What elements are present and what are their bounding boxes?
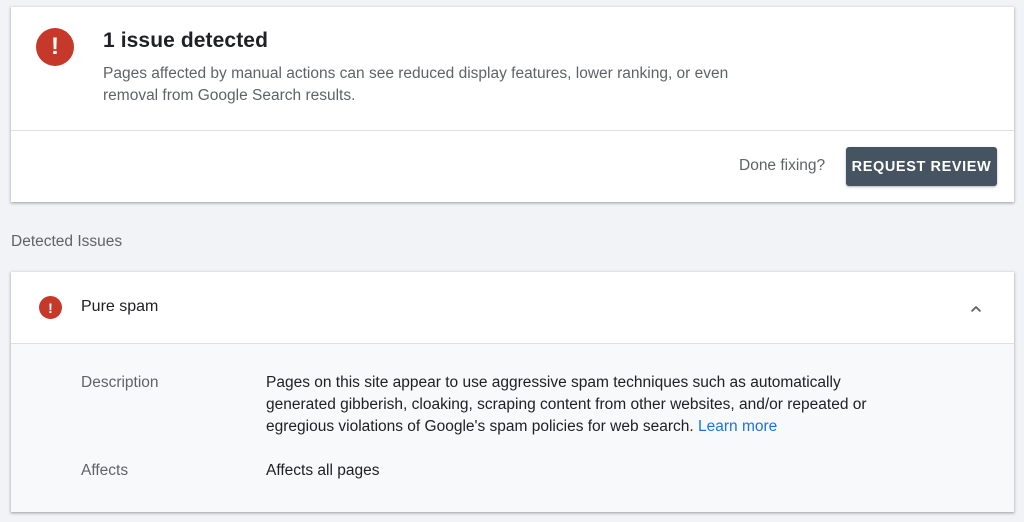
chevron-up-icon[interactable] bbox=[966, 298, 986, 318]
issue-header-pure-spam[interactable]: ! Pure spam bbox=[11, 272, 1014, 344]
request-review-button[interactable]: REQUEST REVIEW bbox=[846, 147, 997, 186]
issue-title: Pure spam bbox=[81, 298, 159, 315]
detected-issues-heading: Detected Issues bbox=[11, 233, 123, 250]
error-icon: ! bbox=[36, 28, 74, 66]
done-fixing-label: Done fixing? bbox=[739, 157, 826, 174]
issue-card: ! Pure spam Description Pages on this si… bbox=[11, 272, 1014, 512]
description-label: Description bbox=[81, 374, 159, 391]
error-icon: ! bbox=[39, 296, 62, 319]
affects-label: Affects bbox=[81, 462, 129, 479]
issue-details: Description Pages on this site appear to… bbox=[11, 344, 1014, 512]
summary-description: Pages affected by manual actions can see… bbox=[103, 65, 729, 104]
manual-action-summary-card: ! 1 issue detected Pages affected by man… bbox=[11, 7, 1014, 202]
learn-more-link[interactable]: Learn more bbox=[698, 418, 777, 435]
description-value: Pages on this site appear to use aggress… bbox=[266, 372, 906, 438]
divider bbox=[11, 130, 1014, 131]
affects-value: Affects all pages bbox=[266, 462, 380, 479]
summary-title: 1 issue detected bbox=[103, 29, 269, 52]
